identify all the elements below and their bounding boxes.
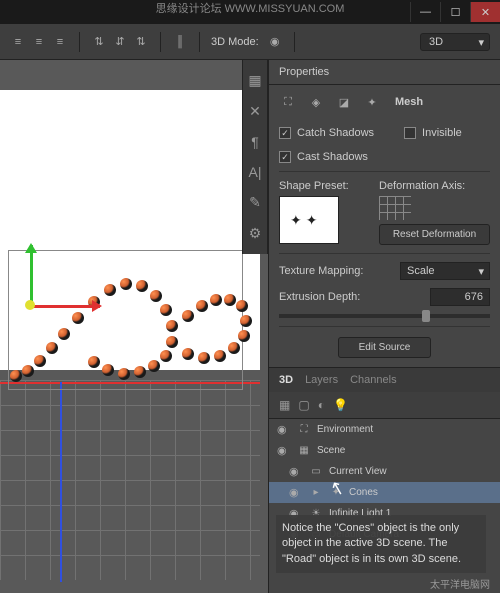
- mesh-icon[interactable]: ⛶: [279, 93, 297, 111]
- layer-label: Scene: [317, 445, 345, 456]
- tab-layers[interactable]: Layers: [305, 374, 338, 386]
- layer-environment[interactable]: ◉ ⛶ Environment: [269, 419, 500, 440]
- cast-shadows-checkbox[interactable]: [279, 151, 291, 163]
- invisible-label: Invisible: [422, 127, 462, 139]
- cast-shadows-label: Cast Shadows: [297, 151, 368, 163]
- mesh-label: Mesh: [395, 96, 423, 108]
- coords-icon[interactable]: ✦: [363, 93, 381, 111]
- environment-icon: ⛶: [297, 424, 311, 435]
- options-bar: ≡ ≡ ≡ ⇅ ⇵ ⇅ ║ 3D Mode: ◉ 3D: [0, 24, 500, 60]
- viewport[interactable]: [0, 60, 268, 593]
- properties-tab[interactable]: Properties: [269, 60, 500, 85]
- mode-dropdown[interactable]: 3D: [420, 33, 490, 51]
- visibility-icon[interactable]: ◉: [289, 465, 303, 478]
- ground-plane-grid: [0, 380, 260, 580]
- cones-object[interactable]: [0, 260, 255, 400]
- filter-mesh-icon[interactable]: ▢: [298, 398, 309, 412]
- mode-label: 3D Mode:: [211, 36, 259, 48]
- gizmo-center[interactable]: [25, 300, 35, 310]
- expand-arrow-icon[interactable]: ▸: [309, 487, 323, 498]
- catch-shadows-label: Catch Shadows: [297, 127, 374, 139]
- visibility-icon[interactable]: ◉: [277, 423, 291, 436]
- puppet-icon[interactable]: ⚙: [249, 225, 262, 242]
- texture-mapping-label: Texture Mapping:: [279, 265, 363, 277]
- watermark-top: 思缘设计论坛 WWW.MISSYUAN.COM: [0, 0, 500, 16]
- align-left-icon[interactable]: ≡: [10, 34, 26, 50]
- layer-label: Cones: [349, 487, 378, 498]
- distribute-icon-2[interactable]: ⇵: [112, 34, 128, 50]
- distribute-icon-1[interactable]: ⇅: [91, 34, 107, 50]
- deformation-axis-label: Deformation Axis:: [379, 180, 490, 192]
- visibility-icon[interactable]: ◉: [289, 486, 303, 499]
- gizmo-y-axis[interactable]: [30, 245, 33, 305]
- properties-panel: ⛶ ◈ ◪ ✦ Mesh Catch Shadows Invisible Cas…: [269, 85, 500, 367]
- swatches-icon[interactable]: ▦: [248, 72, 261, 89]
- extrusion-depth-label: Extrusion Depth:: [279, 291, 360, 303]
- texture-mapping-dropdown[interactable]: Scale: [400, 262, 490, 280]
- extrusion-depth-slider[interactable]: [279, 314, 490, 318]
- vertical-tool-strip: ▦ ✕ ¶ A| ✎ ⚙: [242, 60, 268, 254]
- filter-material-icon[interactable]: ◐: [318, 398, 325, 412]
- tab-3d[interactable]: 3D: [279, 374, 293, 386]
- catch-shadows-checkbox[interactable]: [279, 127, 291, 139]
- layer-current-view[interactable]: ◉ ▭ Current View: [269, 461, 500, 482]
- deformation-axis-grid[interactable]: [379, 196, 411, 220]
- edit-source-button[interactable]: Edit Source: [338, 337, 432, 358]
- filter-row: ▦ ▢ ◐ 💡: [269, 392, 500, 419]
- filter-light-icon[interactable]: 💡: [333, 398, 348, 412]
- reset-deformation-button[interactable]: Reset Deformation: [379, 224, 490, 245]
- shape-preset-thumbnail[interactable]: [279, 196, 339, 244]
- watermark-bottom: 太平洋电脑网: [430, 576, 490, 591]
- scene-icon: ▦: [297, 445, 311, 456]
- tool-icon-2[interactable]: ✕: [249, 103, 261, 120]
- filter-scene-icon[interactable]: ▦: [279, 398, 290, 412]
- align-center-icon[interactable]: ≡: [31, 34, 47, 50]
- gizmo-x-axis[interactable]: [30, 305, 100, 308]
- align-right-icon[interactable]: ≡: [52, 34, 68, 50]
- cap-icon[interactable]: ◪: [335, 93, 353, 111]
- camera-icon: ▭: [309, 466, 323, 477]
- layer-label: Environment: [317, 424, 373, 435]
- layer-scene[interactable]: ◉ ▦ Scene: [269, 440, 500, 461]
- text-icon[interactable]: A|: [249, 164, 262, 180]
- brush-icon[interactable]: ✎: [249, 194, 261, 211]
- visibility-icon[interactable]: ◉: [277, 444, 291, 457]
- invisible-checkbox[interactable]: [404, 127, 416, 139]
- distribute-spacing-icon[interactable]: ║: [172, 34, 188, 50]
- shape-preset-label: Shape Preset:: [279, 180, 369, 192]
- paragraph-icon[interactable]: ¶: [251, 134, 259, 150]
- layer-cones[interactable]: ◉ ▸ ✦ Cones: [269, 482, 500, 503]
- mode-preview-icon[interactable]: ◉: [267, 34, 283, 50]
- deform-icon[interactable]: ◈: [307, 93, 325, 111]
- layer-label: Current View: [329, 466, 387, 477]
- tab-channels[interactable]: Channels: [350, 374, 396, 386]
- z-axis-line: [60, 382, 62, 582]
- annotation-text: Notice the "Cones" object is the only ob…: [276, 515, 486, 573]
- distribute-icon-3[interactable]: ⇅: [133, 34, 149, 50]
- extrusion-depth-field[interactable]: 676: [430, 288, 490, 306]
